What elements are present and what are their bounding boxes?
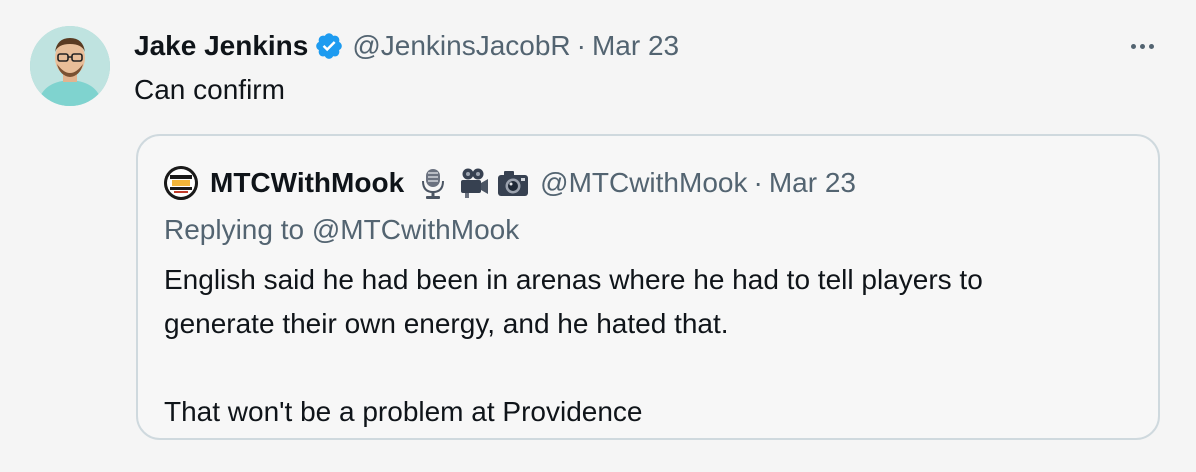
quoted-text-line: generate their own energy, and he hated … [164, 308, 729, 339]
author-name[interactable]: Jake Jenkins [134, 30, 308, 62]
avatar-image [30, 26, 110, 106]
quoted-tweet-text: English said he had been in arenas where… [164, 258, 1124, 434]
logo-image [164, 166, 198, 200]
quoted-author-name[interactable]: MTCWithMook [210, 167, 404, 199]
quoted-text-line: English said he had been in arenas where… [164, 264, 983, 295]
tweet-date[interactable]: Mar 23 [592, 30, 679, 62]
quoted-tweet-header: MTCWithMook @MTCwithMook · Mar 23 [164, 164, 856, 202]
quoted-tweet[interactable]: MTCWithMook @MTCwithMook · Mar 23 Replyi… [136, 134, 1160, 440]
name-emojis [416, 166, 530, 200]
tweet-header: Jake Jenkins @JenkinsJacobR · Mar 23 [134, 28, 679, 64]
movie-camera-icon [461, 168, 489, 198]
author-handle[interactable]: @JenkinsJacobR [352, 30, 570, 62]
microphone-icon [422, 169, 445, 199]
replying-to: Replying to @MTCwithMook [164, 210, 519, 250]
replying-handle[interactable]: @MTCwithMook [312, 214, 519, 245]
verified-badge-icon [316, 33, 343, 59]
quoted-author-handle[interactable]: @MTCwithMook [540, 167, 747, 199]
separator-dot: · [576, 30, 586, 61]
quoted-author-avatar [164, 166, 198, 200]
separator-dot: · [753, 167, 763, 198]
quoted-tweet-date[interactable]: Mar 23 [769, 167, 856, 199]
camera-icon [498, 171, 529, 196]
more-horizontal-icon[interactable] [1122, 32, 1162, 60]
replying-prefix: Replying to [164, 214, 305, 245]
quoted-text-line: That won't be a problem at Providence [164, 396, 643, 427]
tweet-text: Can confirm [134, 74, 285, 105]
author-avatar[interactable] [30, 26, 110, 106]
tweet: Jake Jenkins @JenkinsJacobR · Mar 23 Can… [0, 0, 1196, 472]
